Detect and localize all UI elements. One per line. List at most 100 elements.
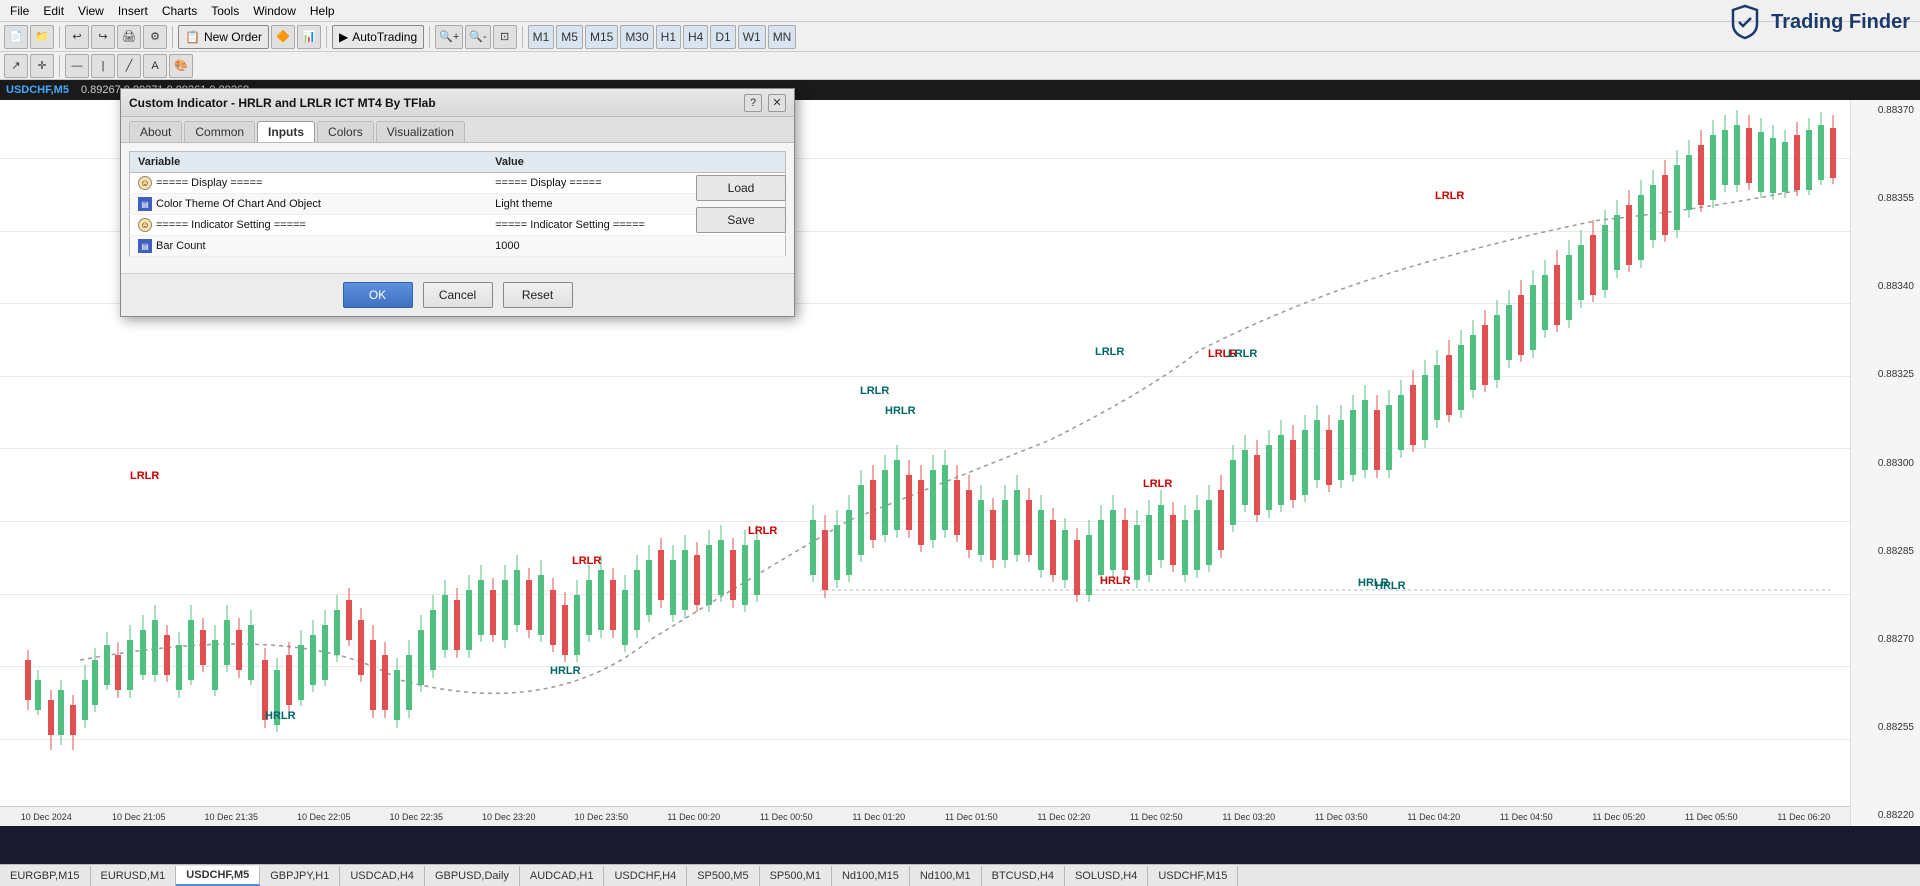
autotrading-button[interactable]: ▶ AutoTrading <box>332 25 424 49</box>
tab-audcad-h1[interactable]: AUDCAD,H1 <box>520 866 605 886</box>
color-picker[interactable]: 🎨 <box>169 54 193 78</box>
time-label-18: 11 Dec 05:20 <box>1573 812 1666 822</box>
tab-inputs[interactable]: Inputs <box>257 121 315 142</box>
chart-label-hrlr-6: HRLR <box>1375 580 1406 592</box>
table-row: ☺ ===== Indicator Setting ===== ===== In… <box>130 215 786 236</box>
arrow-tool[interactable]: ↗ <box>4 54 28 78</box>
tf-h1[interactable]: H1 <box>656 25 681 49</box>
tab-colors[interactable]: Colors <box>317 121 374 142</box>
sep6 <box>59 55 60 77</box>
modal-titlebar: Custom Indicator - HRLR and LRLR ICT MT4… <box>121 89 794 117</box>
menu-bar: File Edit View Insert Charts Tools Windo… <box>0 0 1920 22</box>
price-symbol: USDCHF,M5 <box>6 84 69 96</box>
properties-button[interactable]: ⚙ <box>143 25 167 49</box>
save-button[interactable]: Save <box>696 207 786 233</box>
price-label-9: 0.88220 <box>1853 810 1918 821</box>
col-value: Value <box>487 152 785 173</box>
chart-label-hrlr-2: HRLR <box>550 665 581 677</box>
tab-usdchf-m15[interactable]: USDCHF,M15 <box>1148 866 1238 886</box>
menu-insert[interactable]: Insert <box>112 3 154 19</box>
table-row: ☺ ===== Display ===== ===== Display ====… <box>130 173 786 194</box>
undo-button[interactable]: ↩ <box>65 25 89 49</box>
tf-m5[interactable]: M5 <box>556 25 583 49</box>
menu-tools[interactable]: Tools <box>205 3 245 19</box>
cell-var-3: ☺ ===== Indicator Setting ===== <box>130 215 488 236</box>
cancel-button[interactable]: Cancel <box>423 282 493 308</box>
menu-view[interactable]: View <box>72 3 110 19</box>
print-button[interactable]: 🖨 <box>117 25 141 49</box>
tab-sp500-m1[interactable]: SP500,M1 <box>760 866 832 886</box>
tab-usdcad-h4[interactable]: USDCAD,H4 <box>340 866 425 886</box>
tab-gbpusd-daily[interactable]: GBPUSD,Daily <box>425 866 520 886</box>
hline-tool[interactable]: — <box>65 54 89 78</box>
zoom-in-button[interactable]: 🔍+ <box>435 25 463 49</box>
indicators-button[interactable]: 📊 <box>297 25 321 49</box>
tf-h4[interactable]: H4 <box>683 25 708 49</box>
menu-help[interactable]: Help <box>304 3 341 19</box>
chart-label-lrlr-2: LRLR <box>572 555 601 567</box>
modal-help-button[interactable]: ? <box>744 94 762 112</box>
cell-val-4[interactable]: 1000 <box>487 236 785 257</box>
time-label-15: 11 Dec 03:50 <box>1295 812 1388 822</box>
tab-about[interactable]: About <box>129 121 182 142</box>
chart-wizard-button[interactable]: 🔶 <box>271 25 295 49</box>
modal-footer: OK Cancel Reset <box>121 273 794 316</box>
row-icon-3: ☺ ===== Indicator Setting ===== <box>138 218 306 232</box>
tab-gbpjpy-h1[interactable]: GBPJPY,H1 <box>260 866 340 886</box>
menu-charts[interactable]: Charts <box>156 3 203 19</box>
tab-common[interactable]: Common <box>184 121 255 142</box>
sep1 <box>59 26 60 48</box>
price-axis: 0.88370 0.88355 0.88340 0.88325 0.88300 … <box>1850 100 1920 826</box>
time-label-2: 10 Dec 21:05 <box>93 812 186 822</box>
tab-sp500-m5[interactable]: SP500,M5 <box>687 866 759 886</box>
tf-m30[interactable]: M30 <box>620 25 653 49</box>
new-order-button[interactable]: 📋 New Order <box>178 25 269 49</box>
tf-w1[interactable]: W1 <box>738 25 766 49</box>
menu-edit[interactable]: Edit <box>37 3 70 19</box>
modal-dialog: Custom Indicator - HRLR and LRLR ICT MT4… <box>120 88 795 317</box>
time-label-19: 11 Dec 05:50 <box>1665 812 1758 822</box>
chart-label-lrlr-9: LRLR <box>1435 190 1464 202</box>
chart-label-lrlr-5: LRLR <box>1095 346 1124 358</box>
price-label-6: 0.88285 <box>1853 546 1918 557</box>
redo-button[interactable]: ↪ <box>91 25 115 49</box>
tab-nd100-m15[interactable]: Nd100,M15 <box>832 866 910 886</box>
toolbar-drawing: ↗ ✛ — | ╱ A 🎨 <box>0 52 1920 80</box>
fit-button[interactable]: ⊡ <box>493 25 517 49</box>
tab-visualization[interactable]: Visualization <box>376 121 465 142</box>
tf-m1[interactable]: M1 <box>528 25 555 49</box>
price-label-2: 0.88355 <box>1853 193 1918 204</box>
crosshair-tool[interactable]: ✛ <box>30 54 54 78</box>
reset-button[interactable]: Reset <box>503 282 573 308</box>
zoom-out-button[interactable]: 🔍- <box>465 25 490 49</box>
text-tool[interactable]: A <box>143 54 167 78</box>
tab-eurusd-m1[interactable]: EURUSD,M1 <box>91 866 177 886</box>
load-button[interactable]: Load <box>696 175 786 201</box>
time-label-10: 11 Dec 01:20 <box>833 812 926 822</box>
tf-mn[interactable]: MN <box>768 25 797 49</box>
menu-window[interactable]: Window <box>247 3 302 19</box>
tab-btcusd-h4[interactable]: BTCUSD,H4 <box>982 866 1065 886</box>
smiley-icon-1: ☺ <box>138 176 152 190</box>
open-button[interactable]: 📁 <box>30 25 54 49</box>
row-icon-2: ▤ Color Theme Of Chart And Object <box>138 197 321 211</box>
trend-tool[interactable]: ╱ <box>117 54 141 78</box>
tab-solusd-h4[interactable]: SOLUSD,H4 <box>1065 866 1148 886</box>
menu-file[interactable]: File <box>4 3 35 19</box>
tf-m15[interactable]: M15 <box>585 25 618 49</box>
time-label-20: 11 Dec 06:20 <box>1758 812 1851 822</box>
bottom-tabs-bar: EURGBP,M15 EURUSD,M1 USDCHF,M5 GBPJPY,H1… <box>0 864 1920 886</box>
modal-close-button[interactable]: ✕ <box>768 94 786 112</box>
tf-d1[interactable]: D1 <box>710 25 735 49</box>
time-label-4: 10 Dec 22:05 <box>278 812 371 822</box>
tab-eurgbp-m15[interactable]: EURGBP,M15 <box>0 866 91 886</box>
price-label-8: 0.88255 <box>1853 722 1918 733</box>
side-buttons-group: Load Save <box>696 175 786 233</box>
tab-usdchf-h4[interactable]: USDCHF,H4 <box>604 866 687 886</box>
tab-usdchf-m5[interactable]: USDCHF,M5 <box>176 866 260 886</box>
ok-button[interactable]: OK <box>343 282 413 308</box>
vline-tool[interactable]: | <box>91 54 115 78</box>
tab-nd100-m1[interactable]: Nd100,M1 <box>910 866 982 886</box>
time-label-11: 11 Dec 01:50 <box>925 812 1018 822</box>
new-button[interactable]: 📄 <box>4 25 28 49</box>
